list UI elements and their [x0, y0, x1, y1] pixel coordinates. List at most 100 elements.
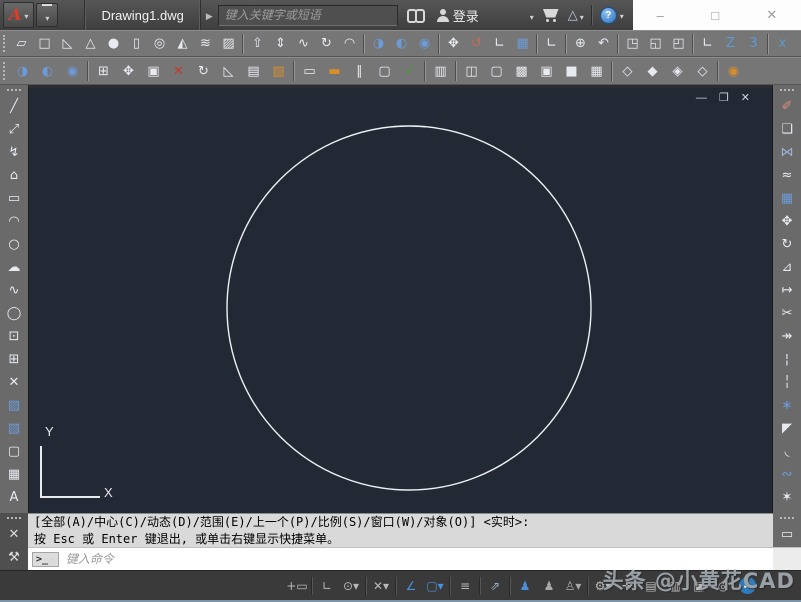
selection-cycling-button[interactable]: ⇗	[484, 574, 506, 598]
gradient-button[interactable]: ▧	[2, 417, 26, 440]
region-button[interactable]: ▢	[2, 440, 26, 463]
loft-button[interactable]: ◠	[339, 33, 360, 55]
vs-conceptual-button[interactable]: ■	[560, 60, 583, 82]
multiline-text-button[interactable]: A	[2, 486, 26, 509]
dock-grip[interactable]	[7, 517, 21, 521]
isolate-4-button[interactable]: ◇	[691, 60, 714, 82]
intersect-2-button[interactable]: ◉	[61, 60, 84, 82]
rectangle-button[interactable]: ▭	[2, 187, 26, 210]
ucs-x-rotate-button[interactable]: x	[772, 33, 793, 55]
extend-button[interactable]: ↠	[775, 325, 799, 348]
imprint-button[interactable]: ∥	[348, 60, 371, 82]
ucs-origin-button[interactable]: ∟	[697, 33, 718, 55]
arc-button[interactable]: ◠	[2, 210, 26, 233]
document-tab[interactable]: Drawing1.dwg	[84, 0, 201, 30]
ucs-face-button[interactable]: ◳	[622, 33, 643, 55]
viewport-close-button[interactable]: ✕	[741, 93, 750, 104]
command-prompt-button[interactable]: >_	[32, 551, 59, 567]
annotation-scale-button[interactable]: ♙▾	[562, 574, 584, 598]
union-button[interactable]: ◑	[368, 33, 389, 55]
ucs-z-axis-button[interactable]: Z	[720, 33, 741, 55]
wedge-button[interactable]: ◺	[57, 33, 78, 55]
offset-faces-button[interactable]: ▣	[142, 60, 165, 82]
copy-edges-button[interactable]: ▭	[298, 60, 321, 82]
vs-2d-wireframe-button[interactable]: ◫	[460, 60, 483, 82]
vs-realistic-button[interactable]: ▣	[535, 60, 558, 82]
3d-array-button[interactable]: ▦	[512, 33, 533, 55]
erase-button[interactable]: ✐	[775, 95, 799, 118]
union-2-button[interactable]: ◑	[11, 60, 34, 82]
planar-surface-button[interactable]: ▨	[218, 33, 239, 55]
ellipse-button[interactable]: ◯	[2, 302, 26, 325]
taper-faces-button[interactable]: ◺	[217, 60, 240, 82]
app-menu-button[interactable]: A	[3, 2, 35, 28]
table-button[interactable]: ▦	[2, 463, 26, 486]
extrude-faces-button[interactable]: ⊞	[92, 60, 115, 82]
mirror-button[interactable]: ⋈	[775, 141, 799, 164]
delete-faces-button[interactable]: ✕	[167, 60, 190, 82]
explode-button[interactable]: ✶	[775, 486, 799, 509]
ucs-view-button[interactable]: ◰	[668, 33, 689, 55]
chamfer-button[interactable]: ◤	[775, 417, 799, 440]
cart-icon[interactable]	[543, 9, 559, 22]
ucs-previous-button[interactable]: ↶	[593, 33, 614, 55]
cylinder-button[interactable]: ▯	[126, 33, 147, 55]
annotation-visibility-button[interactable]: ♟	[514, 574, 536, 598]
minimize-button[interactable]: –	[657, 8, 664, 23]
vs-hidden-button[interactable]: ▩	[510, 60, 533, 82]
stretch-button[interactable]: ↦	[775, 279, 799, 302]
rotate-faces-button[interactable]: ↻	[192, 60, 215, 82]
3d-align-button[interactable]: ∟	[489, 33, 510, 55]
revision-cloud-button[interactable]: ☁	[2, 256, 26, 279]
helix-button[interactable]: ≋	[195, 33, 216, 55]
toolbar-grip[interactable]	[7, 89, 21, 93]
rotate-button[interactable]: ↻	[775, 233, 799, 256]
maximize-button[interactable]: □	[711, 8, 719, 23]
insert-block-button[interactable]: ⊡	[2, 325, 26, 348]
ucs-3point-button[interactable]: 3	[743, 33, 764, 55]
infer-constraints-button[interactable]: +▭	[286, 574, 308, 598]
search-binoculars-icon[interactable]	[406, 9, 425, 23]
expand-arrow-icon[interactable]	[206, 6, 213, 24]
ucs-button[interactable]: ∟	[541, 33, 562, 55]
color-faces-button[interactable]: ▧	[267, 60, 290, 82]
polyline-button[interactable]: ↯	[2, 141, 26, 164]
fillet-button[interactable]: ◟	[775, 440, 799, 463]
toolbar-grip[interactable]	[780, 89, 794, 93]
help-button[interactable]: ?	[599, 6, 624, 24]
sweep-button[interactable]: ∿	[293, 33, 314, 55]
circle-button[interactable]: ○	[2, 233, 26, 256]
viewport-minimize-button[interactable]: —	[696, 93, 707, 104]
polygon-button[interactable]: ⌂	[2, 164, 26, 187]
dock-stub-button[interactable]: ▭	[775, 523, 799, 546]
spline-button[interactable]: ∿	[2, 279, 26, 302]
polysolid-button[interactable]: ▱	[11, 33, 32, 55]
copy-faces-button[interactable]: ▤	[242, 60, 265, 82]
color-edges-button[interactable]: ▬	[323, 60, 346, 82]
snap-mode-button[interactable]: ∟	[316, 574, 338, 598]
3d-move-button[interactable]: ✥	[443, 33, 464, 55]
viewport-restore-button[interactable]: ❐	[719, 93, 729, 104]
scale-button[interactable]: ⊿	[775, 256, 799, 279]
copy-button[interactable]: ❏	[775, 118, 799, 141]
intersect-button[interactable]: ◉	[414, 33, 435, 55]
autosnap-tracking-button[interactable]: ∠	[400, 574, 422, 598]
isolate-3-button[interactable]: ◈	[666, 60, 689, 82]
subtract-button[interactable]: ◐	[391, 33, 412, 55]
polar-tracking-button[interactable]: ⊙▾	[340, 574, 362, 598]
vs-shaded-button[interactable]: ▦	[585, 60, 608, 82]
subtract-2-button[interactable]: ◐	[36, 60, 59, 82]
toolbar-grip[interactable]	[780, 517, 794, 521]
search-input[interactable]	[217, 4, 398, 26]
command-customize-button[interactable]: ⚒	[2, 546, 26, 569]
lineweight-button[interactable]: ≡	[454, 574, 476, 598]
move-faces-button[interactable]: ✥	[117, 60, 140, 82]
trim-button[interactable]: ✂	[775, 302, 799, 325]
pyramid-button[interactable]: ◭	[172, 33, 193, 55]
vs-wireframe-button[interactable]: ▢	[485, 60, 508, 82]
autodesk360-button[interactable]: △	[568, 7, 584, 23]
3d-rotate-button[interactable]: ↺	[466, 33, 487, 55]
quick-access-dropdown[interactable]	[36, 3, 59, 27]
ucs-object-button[interactable]: ◱	[645, 33, 666, 55]
toolbar-grip[interactable]	[3, 62, 8, 80]
